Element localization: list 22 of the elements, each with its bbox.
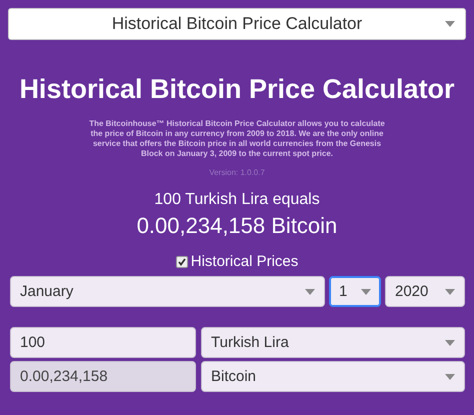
result-amount: 0.00,234,158 Bitcoin: [136, 213, 338, 239]
page-selector[interactable]: Historical Bitcoin Price Calculator: [8, 8, 466, 40]
dropdown[interactable]: January: [10, 276, 325, 307]
checkbox[interactable]: [176, 256, 188, 268]
description: The Bitcoinhouse™ Historical Bitcoin Price Calculator allows you to calculate the price of Bitcoin in any currency from 2009 to 2018. We are the only online service that offers the Bitcoin price in all world currencies from the Genesis Block on January 3, 2009 to the current spot price.: [88, 119, 386, 159]
dropdown[interactable]: Turkish Lira: [201, 327, 465, 358]
caret-icon: [361, 288, 371, 294]
version-label: Version: 1.0.0.7: [208, 168, 266, 177]
amount-field[interactable]: 100: [10, 327, 196, 358]
checkbox-label: Historical Prices: [190, 253, 298, 270]
dropdown[interactable]: 2020: [385, 276, 465, 307]
caret-icon: [445, 374, 455, 380]
caret-icon: [445, 288, 455, 294]
caret-icon: [445, 340, 455, 346]
result-field[interactable]: 0.00,234,158: [10, 361, 196, 392]
dropdown[interactable]: Bitcoin: [201, 361, 465, 392]
check-icon: [178, 258, 186, 266]
caret-icon: [445, 21, 455, 27]
dropdown[interactable]: 1: [329, 276, 381, 307]
page-title: Historical Bitcoin Price Calculator: [18, 73, 456, 105]
caret-icon: [305, 288, 315, 294]
result-summary: 100 Turkish Lira equals: [153, 191, 321, 209]
